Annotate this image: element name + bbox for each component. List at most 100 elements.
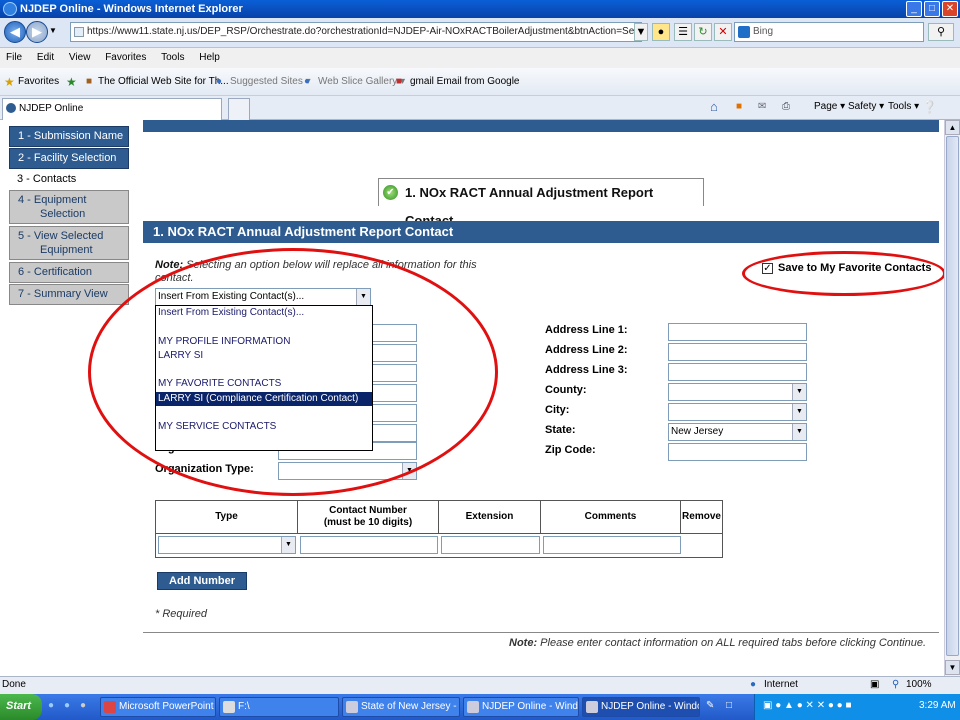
state-label: State:	[545, 424, 576, 436]
org-type-select[interactable]: ▼	[278, 462, 417, 480]
quicklaunch-icon[interactable]: ●	[64, 694, 70, 718]
ie-icon	[586, 701, 598, 713]
dropdown-option-selected[interactable]: LARRY SI (Compliance Certification Conta…	[156, 391, 372, 407]
address-line-3-input[interactable]	[668, 363, 807, 381]
menu-help[interactable]: Help	[199, 52, 220, 63]
tray-tool-icon[interactable]: ✎	[706, 694, 714, 718]
contact-number-header: Contact Number	[329, 505, 407, 516]
sidebar-item-label-line2: Equipment	[40, 244, 93, 256]
taskbar-btn-njdep-1[interactable]: NJDEP Online - Windows...	[463, 697, 579, 717]
menu-view[interactable]: View	[69, 52, 91, 63]
contact-select[interactable]: Insert From Existing Contact(s)... ▼	[155, 288, 371, 306]
dropdown-option[interactable]: LARRY SI	[156, 349, 372, 363]
stop-icon[interactable]: ✕	[714, 23, 732, 41]
taskbar-btn-powerpoint[interactable]: Microsoft PowerPoint - [...	[100, 697, 216, 717]
fav-gmail[interactable]: gmail Email from Google	[410, 68, 519, 96]
fav-link-official[interactable]: The Official Web Site for Th...	[98, 68, 229, 96]
cmd-safety[interactable]: Safety ▾	[848, 96, 884, 118]
sidebar-item-summary-view[interactable]: 7 - Summary View	[9, 284, 129, 305]
state-value: New Jersey	[671, 426, 724, 437]
print-icon[interactable]: ⎙	[782, 96, 790, 118]
fav-suggested-sites[interactable]: Suggested Sites ▾	[230, 68, 311, 96]
home-icon[interactable]: ⌂	[710, 96, 718, 118]
quicklaunch-media-icon[interactable]: ●	[80, 694, 86, 718]
lock-icon[interactable]: ●	[652, 23, 670, 41]
dropdown-option[interactable]: MY FAVORITE CONTACTS	[156, 377, 372, 391]
address-bar[interactable]: https://www11.state.nj.us/DEP_RSP/Orches…	[70, 22, 642, 42]
city-select[interactable]: ▼	[668, 403, 807, 421]
address-line-2-input[interactable]	[668, 343, 807, 361]
history-dropdown-icon[interactable]: ▼	[49, 26, 57, 35]
fav-web-slice[interactable]: Web Slice Gallery ▾	[318, 68, 405, 96]
phone-number-input[interactable]	[300, 536, 438, 554]
dropdown-option[interactable]: Insert From Existing Contact(s)...	[156, 306, 372, 320]
phone-type-select[interactable]: ▼	[158, 536, 296, 554]
cmd-tools[interactable]: Tools ▾	[888, 96, 919, 118]
dropdown-option[interactable]	[156, 320, 372, 334]
county-select[interactable]: ▼	[668, 383, 807, 401]
start-button[interactable]: Start	[0, 694, 42, 720]
contact-dropdown-list[interactable]: Insert From Existing Contact(s)... MY PR…	[155, 305, 373, 451]
dropdown-option[interactable]	[156, 435, 372, 449]
protected-mode-icon[interactable]: ▣	[870, 677, 879, 693]
address-dropdown-icon[interactable]: ▼	[634, 23, 648, 41]
col-header-contact-number: Contact Number (must be 10 digits)	[298, 501, 439, 533]
search-icon[interactable]: ⚲	[928, 23, 954, 41]
taskbar-btn-folder[interactable]: F:\	[219, 697, 339, 717]
save-favorite-checkbox[interactable]: ✓	[762, 263, 773, 274]
dropdown-option[interactable]	[156, 406, 372, 420]
cmd-page[interactable]: Page ▾	[814, 96, 845, 118]
favorites-star-icon: ★	[4, 75, 15, 89]
close-button[interactable]: ✕	[942, 1, 958, 17]
menu-tools[interactable]: Tools	[161, 52, 184, 63]
tray-doc-icon[interactable]: □	[726, 694, 732, 718]
tray-icons[interactable]: ▣ ● ▲ ● ✕ ✕ ● ● ■	[763, 700, 852, 711]
sidebar-item-facility-selection[interactable]: 2 - Facility Selection	[9, 148, 129, 169]
sidebar-item-submission-name[interactable]: 1 - Submission Name	[9, 126, 129, 147]
taskbar-btn-state-nj[interactable]: State of New Jersey - W...	[342, 697, 460, 717]
taskbar-btn-label: NJDEP Online - Windows...	[482, 701, 578, 712]
window-title: NJDEP Online - Windows Internet Explorer	[20, 3, 243, 15]
scroll-thumb[interactable]	[946, 136, 959, 656]
maximize-button[interactable]: □	[924, 1, 940, 17]
mail-icon[interactable]: ✉	[758, 96, 766, 118]
feeds-icon[interactable]: ■	[736, 96, 742, 118]
address-line-1-input[interactable]	[668, 323, 807, 341]
compatibility-icon[interactable]: ☰	[674, 23, 692, 41]
sidebar-item-equipment-selection[interactable]: 4 - Equipment Selection	[9, 190, 129, 224]
refresh-icon[interactable]: ↻	[694, 23, 712, 41]
zip-input[interactable]	[668, 443, 807, 461]
section-tab-label[interactable]: ✔ 1. NOx RACT Annual Adjustment Report C…	[378, 178, 704, 228]
menu-edit[interactable]: Edit	[37, 52, 54, 63]
dropdown-option[interactable]: MY SERVICE CONTACTS	[156, 420, 372, 434]
system-tray: ▣ ● ▲ ● ✕ ✕ ● ● ■ 3:29 AM	[754, 694, 960, 720]
phone-extension-input[interactable]	[441, 536, 540, 554]
county-label: County:	[545, 384, 587, 396]
quicklaunch-ie-icon[interactable]: ●	[48, 694, 54, 718]
zoom-level[interactable]: 100%	[906, 677, 932, 693]
sidebar-item-view-selected-equipment[interactable]: 5 - View Selected Equipment	[9, 226, 129, 260]
state-select[interactable]: New Jersey ▼	[668, 423, 807, 441]
dropdown-option[interactable]	[156, 363, 372, 377]
add-number-button[interactable]: Add Number	[157, 572, 247, 590]
menu-favorites[interactable]: Favorites	[105, 52, 146, 63]
sidebar-item-contacts[interactable]: 3 - Contacts	[9, 170, 129, 191]
forward-button[interactable]: ▶	[26, 21, 48, 43]
menu-file[interactable]: File	[6, 52, 22, 63]
scroll-up-icon[interactable]: ▲	[945, 120, 960, 135]
vertical-scrollbar[interactable]: ▲ ▼	[944, 120, 960, 676]
back-button[interactable]: ◀	[4, 21, 26, 43]
scroll-down-icon[interactable]: ▼	[945, 660, 960, 675]
sidebar-item-certification[interactable]: 6 - Certification	[9, 262, 129, 283]
zoom-icon[interactable]: ⚲	[892, 677, 899, 693]
phone-comments-input[interactable]	[543, 536, 681, 554]
search-input[interactable]: Bing	[734, 22, 924, 42]
dropdown-option[interactable]: MY PROFILE INFORMATION	[156, 335, 372, 349]
add-favorite-icon[interactable]: ★	[66, 68, 77, 96]
taskbar-btn-njdep-2[interactable]: NJDEP Online - Windo...	[582, 697, 700, 717]
tab-njdep-online[interactable]: NJDEP Online	[2, 98, 222, 120]
favorites-button[interactable]: Favorites	[18, 68, 59, 96]
new-tab-button[interactable]	[228, 98, 250, 120]
help-icon[interactable]: ❔	[922, 96, 937, 118]
minimize-button[interactable]: _	[906, 1, 922, 17]
